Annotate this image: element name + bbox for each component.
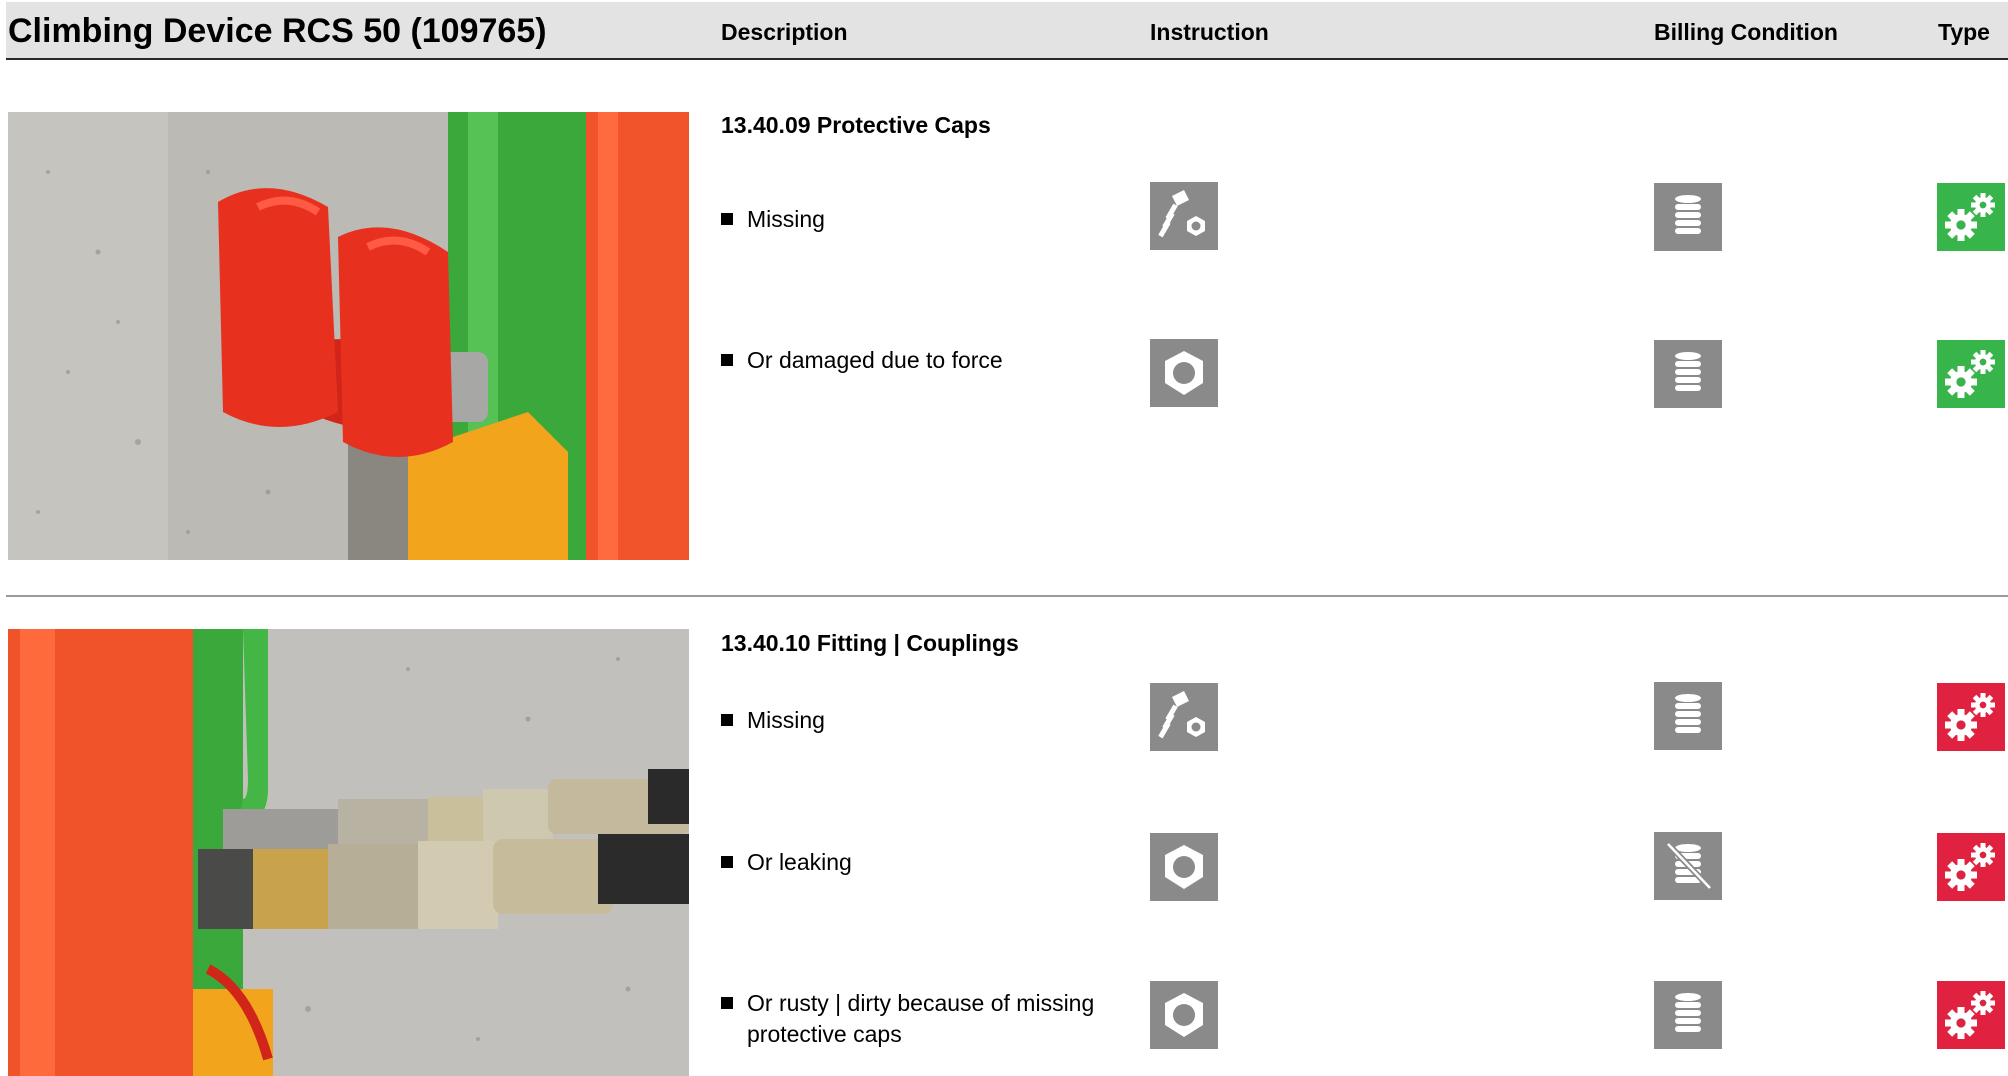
gear-hole	[1979, 999, 1987, 1007]
column-header-type: Type	[1938, 19, 1990, 45]
column-header-instruction: Instruction	[1150, 19, 1269, 45]
bullet-icon	[721, 212, 733, 225]
gear-hole	[1979, 701, 1987, 709]
gears-icon	[1937, 683, 2005, 751]
item-text: Or damaged due to force	[747, 347, 1003, 373]
column-header-billing: Billing Condition	[1654, 19, 1838, 45]
gears-icon	[1937, 340, 2005, 408]
list-item: Or damaged due to force	[721, 345, 1003, 376]
bullet-icon	[721, 996, 733, 1009]
table-header: Climbing Device RCS 50 (109765) Descript…	[6, 2, 2008, 60]
bullet-icon	[721, 713, 733, 726]
coin-stack-icon	[1654, 682, 1722, 750]
item-text-line1: Or rusty | dirty because of missing	[747, 990, 1095, 1016]
section-title: 13.40.09 Protective Caps	[721, 112, 991, 138]
item-text: Or leaking	[747, 849, 852, 875]
nut-icon	[1150, 339, 1218, 407]
bolt-nut-icon	[1150, 182, 1218, 250]
gears-icon	[1937, 833, 2005, 901]
coin-stack-icon	[1654, 183, 1722, 251]
list-item: Or rusty | dirty because of missing prot…	[721, 988, 1094, 1050]
list-item: Missing	[721, 705, 825, 736]
gear-hole	[1956, 1018, 1966, 1028]
item-text-line2: protective caps	[747, 1021, 902, 1047]
bullet-icon	[721, 353, 733, 366]
section-divider	[6, 595, 2008, 597]
list-item: Or leaking	[721, 847, 852, 878]
gear-hole	[1956, 377, 1966, 387]
gear-hole	[1956, 870, 1966, 880]
gear-hole	[1979, 358, 1987, 366]
list-item: Missing	[721, 204, 825, 235]
item-text: Missing	[747, 707, 825, 733]
protective-caps-photo	[8, 112, 689, 560]
bolt-nut-icon	[1150, 683, 1218, 751]
fitting-couplings-photo	[8, 629, 689, 1076]
bullet-icon	[721, 855, 733, 868]
item-text: Missing	[747, 206, 825, 232]
column-header-description: Description	[721, 19, 848, 45]
coin-stack-crossed-icon	[1654, 832, 1722, 900]
page-title: Climbing Device RCS 50 (109765)	[8, 12, 547, 50]
gears-icon	[1937, 981, 2005, 1049]
gear-hole	[1956, 220, 1966, 230]
gears-icon	[1937, 183, 2005, 251]
section-title: 13.40.10 Fitting | Couplings	[721, 630, 1019, 656]
coin-stack-icon	[1654, 981, 1722, 1049]
gear-hole	[1979, 851, 1987, 859]
gear-hole	[1979, 201, 1987, 209]
nut-icon	[1150, 981, 1218, 1049]
coin-stack-icon	[1654, 340, 1722, 408]
nut-icon	[1150, 833, 1218, 901]
gear-hole	[1956, 720, 1966, 730]
